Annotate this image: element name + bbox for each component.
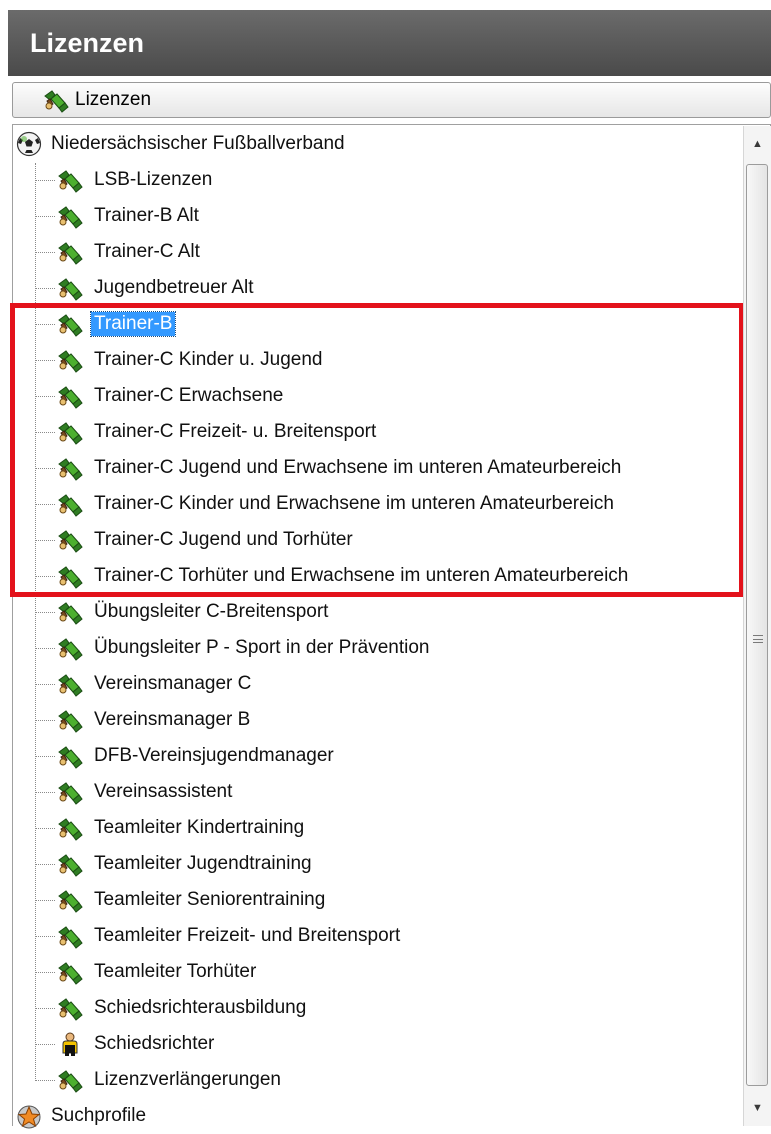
grip-icon (753, 635, 763, 643)
tree-item-label: Trainer-C Torhüter und Erwachsene im unt… (94, 565, 629, 586)
license-icon (57, 275, 83, 301)
tree-item[interactable]: Trainer-C Alt (35, 234, 203, 270)
tree-item[interactable]: Trainer-C Freizeit- u. Breitensport (35, 414, 379, 450)
tree-item[interactable]: Trainer-C Torhüter und Erwachsene im unt… (35, 558, 631, 594)
lizenzen-button[interactable]: Lizenzen (43, 83, 151, 117)
license-icon (57, 995, 83, 1021)
referee-icon (57, 1031, 83, 1057)
tree-root-label: Suchprofile (51, 1105, 147, 1126)
license-icon (43, 87, 69, 113)
tree-item-label: Übungsleiter C-Breitensport (94, 601, 329, 622)
tree-root-suchprofile[interactable]: Suchprofile (16, 1098, 149, 1134)
license-icon (57, 347, 83, 373)
toolbar: Lizenzen (12, 82, 771, 118)
scroll-thumb[interactable] (746, 164, 768, 1086)
tree-item-label: Trainer-C Freizeit- u. Breitensport (94, 421, 377, 442)
license-icon (57, 311, 83, 337)
tree-item[interactable]: Teamleiter Jugendtraining (35, 846, 315, 882)
tree-item-label: Teamleiter Freizeit- und Breitensport (94, 925, 401, 946)
tree-item[interactable]: Schiedsrichterausbildung (35, 990, 309, 1026)
license-icon (57, 383, 83, 409)
tree-item[interactable]: Übungsleiter P - Sport in der Prävention (35, 630, 433, 666)
tree-item-label: Teamleiter Jugendtraining (94, 853, 312, 874)
tree-item[interactable]: Jugendbetreuer Alt (35, 270, 257, 306)
license-icon (57, 959, 83, 985)
scroll-down-button[interactable]: ▼ (744, 1090, 771, 1126)
tree-item-label: DFB-Vereinsjugendmanager (94, 745, 334, 766)
license-icon (57, 599, 83, 625)
tree-item[interactable]: Trainer-B Alt (35, 198, 202, 234)
tree-item-label: Schiedsrichter (94, 1033, 215, 1054)
tree-item-label: Trainer-C Alt (94, 241, 200, 262)
tree-item-label: Vereinsmanager B (94, 709, 251, 730)
license-icon (57, 707, 83, 733)
vertical-scrollbar[interactable]: ▲ ▼ (743, 126, 771, 1126)
tree-item-label: Vereinsassistent (94, 781, 233, 802)
tree-item[interactable]: Vereinsmanager C (35, 666, 254, 702)
tree-item-label: Trainer-C Kinder und Erwachsene im unter… (94, 493, 614, 514)
tree-item[interactable]: Schiedsrichter (35, 1026, 217, 1062)
tree-item[interactable]: LSB-Lizenzen (35, 162, 215, 198)
license-icon (57, 743, 83, 769)
license-icon (57, 203, 83, 229)
tree-item[interactable]: Teamleiter Torhüter (35, 954, 259, 990)
tree-item-label: Trainer-C Jugend und Torhüter (94, 529, 353, 550)
license-icon (57, 923, 83, 949)
tree-root-label: Niedersächsischer Fußballverband (51, 133, 345, 154)
lizenzen-button-label: Lizenzen (75, 89, 152, 110)
tree-item[interactable]: Trainer-C Jugend und Erwachsene im unter… (35, 450, 624, 486)
license-icon (57, 491, 83, 517)
tree-item-label: Trainer-C Jugend und Erwachsene im unter… (94, 457, 622, 478)
license-icon (57, 887, 83, 913)
tree-item-label: Teamleiter Kindertraining (94, 817, 305, 838)
tree-item[interactable]: Vereinsassistent (35, 774, 235, 810)
license-icon (57, 455, 83, 481)
tree-item-label: Trainer-C Kinder u. Jugend (94, 349, 323, 370)
tree-item[interactable]: Vereinsmanager B (35, 702, 253, 738)
tree-item[interactable]: Teamleiter Seniorentraining (35, 882, 328, 918)
license-icon (57, 635, 83, 661)
license-icon (57, 779, 83, 805)
soccer-ball-icon (16, 131, 42, 157)
tree-item[interactable]: Übungsleiter C-Breitensport (35, 594, 331, 630)
tree-item-label: Vereinsmanager C (94, 673, 252, 694)
license-icon (57, 851, 83, 877)
license-icon (57, 239, 83, 265)
tree-item-label: Übungsleiter P - Sport in der Prävention (94, 637, 430, 658)
tree-item-label: Trainer-B Alt (94, 205, 199, 226)
tree-item-label: Teamleiter Seniorentraining (94, 889, 326, 910)
tree-item[interactable]: Trainer-C Kinder und Erwachsene im unter… (35, 486, 617, 522)
tree-item-label: LSB-Lizenzen (94, 169, 213, 190)
tree-item-label: Teamleiter Torhüter (94, 961, 257, 982)
tree-item[interactable]: Trainer-C Erwachsene (35, 378, 286, 414)
tree-item-label: Lizenzverlängerungen (94, 1069, 281, 1090)
tree-root-nfv[interactable]: Niedersächsischer Fußballverband (16, 126, 348, 162)
license-icon (57, 671, 83, 697)
tree-item[interactable]: Trainer-C Kinder u. Jugend (35, 342, 325, 378)
license-icon (57, 167, 83, 193)
tree-item[interactable]: Lizenzverlängerungen (35, 1062, 284, 1098)
panel-title: Lizenzen (8, 10, 771, 76)
license-icon (57, 527, 83, 553)
scroll-up-button[interactable]: ▲ (744, 126, 771, 162)
license-icon (57, 815, 83, 841)
arrow-up-icon: ▲ (752, 138, 763, 150)
tree-item[interactable]: Teamleiter Kindertraining (35, 810, 307, 846)
license-icon (57, 419, 83, 445)
tree-item-label: Trainer-B (89, 311, 177, 337)
license-icon (57, 563, 83, 589)
tree-item[interactable]: Teamleiter Freizeit- und Breitensport (35, 918, 403, 954)
tree-item-label: Trainer-C Erwachsene (94, 385, 284, 406)
tree-item-label: Jugendbetreuer Alt (94, 277, 254, 298)
tree-item-label: Schiedsrichterausbildung (94, 997, 307, 1018)
tree-item[interactable]: Trainer-C Jugend und Torhüter (35, 522, 356, 558)
tree-item[interactable]: Trainer-B (35, 306, 177, 342)
license-icon (57, 1067, 83, 1093)
star-icon (16, 1103, 42, 1129)
arrow-down-icon: ▼ (752, 1102, 763, 1114)
tree-item[interactable]: DFB-Vereinsjugendmanager (35, 738, 337, 774)
